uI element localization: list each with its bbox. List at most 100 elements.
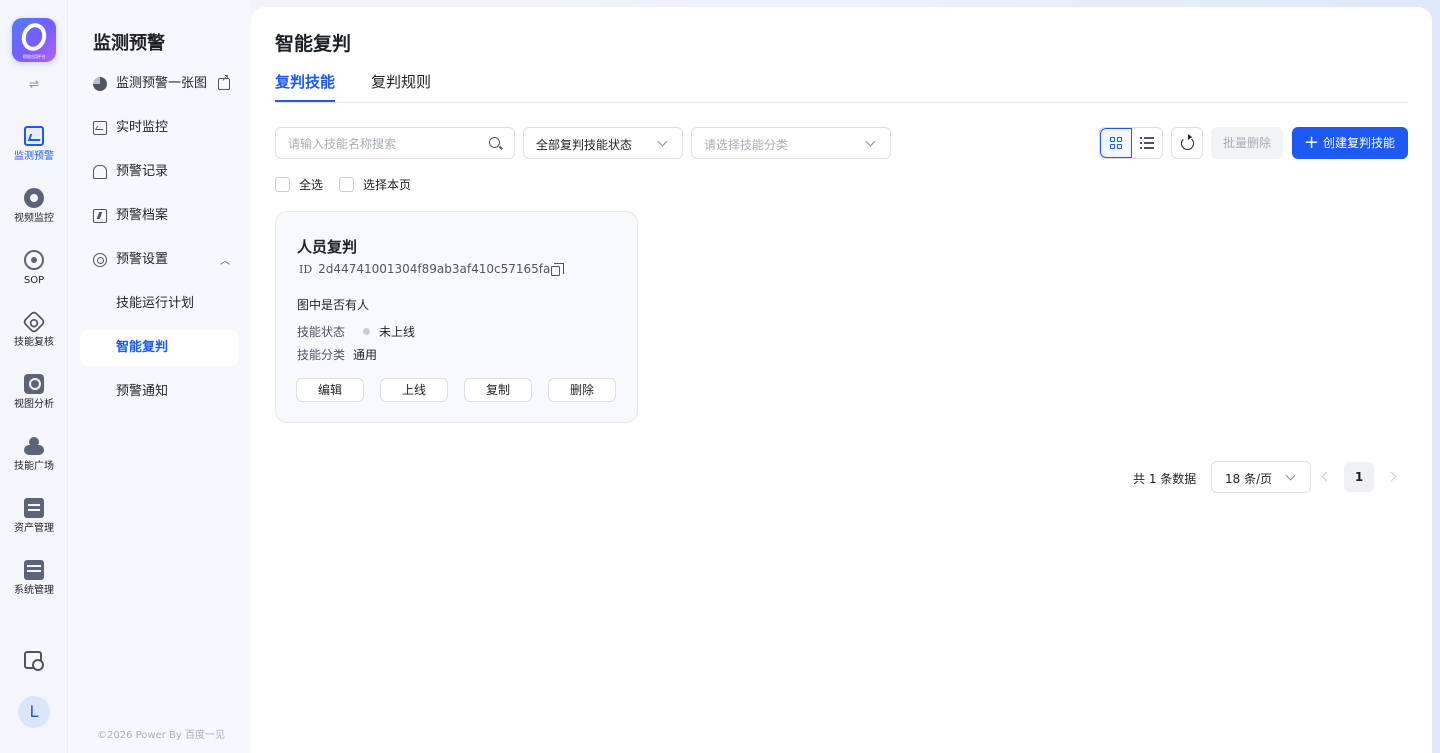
skill-plaza-icon	[24, 436, 44, 456]
sidebar-item-overview-map[interactable]: 监测预警一张图	[80, 66, 239, 102]
external-link-icon	[218, 73, 230, 90]
page-size-value: 18 条/页	[1225, 472, 1273, 486]
view-toggle	[1099, 127, 1163, 159]
select-page-checkbox[interactable]	[339, 177, 354, 192]
next-page-icon[interactable]	[1385, 471, 1397, 483]
search-icon[interactable]	[489, 137, 500, 148]
grid-view-button[interactable]	[1100, 128, 1132, 158]
archive-icon	[93, 209, 107, 223]
chevron-up-icon: ︿	[220, 256, 230, 267]
skill-review-icon	[21, 309, 47, 335]
sidebar-item-label: 智能复判	[116, 340, 169, 355]
page-size-select[interactable]: 18 条/页	[1211, 461, 1311, 493]
rail-item-label: 视图分析	[14, 399, 54, 410]
category-value: 通用	[353, 348, 378, 362]
logo-caption: 视觉应用平台	[22, 54, 46, 59]
asset-icon	[24, 498, 44, 518]
system-icon	[24, 560, 44, 580]
rail-item-skill-review[interactable]: 技能复核	[0, 309, 68, 362]
create-button-label: 创建复判技能	[1323, 136, 1396, 150]
copy-icon[interactable]	[551, 263, 564, 276]
select-all-row: 全选	[275, 177, 335, 193]
tab-bar: 复判技能 复判规则	[275, 71, 1408, 103]
sidebar-item-alert-archive[interactable]: 预警档案	[80, 198, 239, 234]
rail-item-label: 技能广场	[14, 461, 54, 472]
tab-review-skills[interactable]: 复判技能	[275, 71, 336, 102]
refresh-icon	[1181, 134, 1194, 150]
chevron-down-icon	[865, 136, 876, 147]
page-number[interactable]: 1	[1344, 462, 1374, 492]
rail-item-view-analysis[interactable]: 视图分析	[0, 374, 68, 424]
sidebar-item-label: 预警记录	[116, 164, 169, 179]
rail-item-system-management[interactable]: 系统管理	[0, 560, 68, 610]
rail-item-monitor-alert[interactable]: 监测预警	[0, 126, 68, 176]
copy-button[interactable]: 复制	[464, 378, 532, 402]
rail-item-label: 视频监控	[14, 213, 54, 224]
category-select[interactable]: 请选择技能分类	[691, 127, 891, 159]
create-review-skill-button[interactable]: + 创建复判技能	[1292, 127, 1408, 159]
sidebar-item-label: 预警通知	[116, 384, 169, 399]
sidebar-item-label: 监测预警一张图	[116, 76, 208, 91]
rail-item-asset-management[interactable]: 资产管理	[0, 498, 68, 548]
prev-page-icon[interactable]	[1320, 471, 1332, 483]
avatar[interactable]: L	[18, 696, 50, 728]
page-title: 智能复判	[275, 33, 352, 55]
collapse-toggle-icon[interactable]: ⇌	[24, 76, 44, 92]
sidebar-item-label: 实时监控	[116, 120, 169, 135]
category-select-placeholder: 请选择技能分类	[704, 138, 789, 152]
status-select[interactable]: 全部复判技能状态	[523, 127, 683, 159]
task-history-icon[interactable]	[24, 651, 44, 671]
sidebar-item-label: 预警设置	[116, 252, 169, 267]
plus-icon: +	[1304, 132, 1320, 153]
id-label: ID	[299, 263, 313, 276]
chart-icon	[24, 126, 44, 146]
rail-item-video-monitor[interactable]: 视频监控	[0, 188, 68, 238]
view-analysis-icon	[24, 374, 44, 394]
delete-button[interactable]: 删除	[548, 378, 616, 402]
rail-item-skill-plaza[interactable]: 技能广场	[0, 436, 68, 486]
sidebar-item-alert-records[interactable]: 预警记录	[80, 154, 239, 190]
list-view-button[interactable]	[1132, 128, 1162, 158]
sidebar-item-label: 预警档案	[116, 208, 169, 223]
select-page-row: 选择本页	[339, 177, 429, 193]
skill-card[interactable]: 人员复判 ID 2d44741001304f89ab3af410c57165fa …	[275, 211, 638, 423]
status-value: 未上线	[379, 325, 416, 339]
search-field	[275, 127, 515, 159]
chevron-down-icon	[657, 136, 668, 147]
sidebar-item-skill-run-plan[interactable]: 技能运行计划	[80, 286, 239, 322]
logo-ring-icon	[17, 19, 51, 55]
select-page-label: 选择本页	[363, 178, 412, 192]
sidebar-item-alert-notify[interactable]: 预警通知	[80, 374, 239, 410]
refresh-button[interactable]	[1171, 127, 1203, 159]
id-value: 2d44741001304f89ab3af410c57165fa	[318, 262, 551, 276]
rail-item-label: 系统管理	[14, 585, 54, 596]
select-all-label: 全选	[299, 178, 324, 192]
bulk-delete-button[interactable]: 批量删除	[1211, 127, 1283, 159]
rail-item-label: SOP	[23, 275, 45, 286]
grid-icon	[1110, 137, 1122, 149]
tab-review-rules[interactable]: 复判规则	[371, 71, 431, 93]
sidebar-item-alert-settings[interactable]: 预警设置 ︿	[80, 242, 239, 278]
rail-item-sop[interactable]: SOP	[0, 250, 68, 300]
sop-icon	[24, 250, 44, 270]
list-icon	[1140, 137, 1154, 149]
rail-item-label: 监测预警	[14, 151, 54, 162]
app-logo[interactable]: 视觉应用平台	[12, 18, 56, 62]
status-row: 技能状态 未上线	[297, 323, 415, 340]
select-all-checkbox[interactable]	[275, 177, 290, 192]
sidebar-item-realtime-monitor[interactable]: 实时监控	[80, 110, 239, 146]
go-online-button[interactable]: 上线	[380, 378, 448, 402]
pie-icon	[93, 77, 107, 91]
alarm-record-icon	[93, 165, 107, 179]
search-input[interactable]	[288, 135, 478, 153]
monitor-icon	[93, 121, 107, 135]
secondary-sidebar: 监测预警 监测预警一张图 实时监控 预警记录 预警档案 预警设置 ︿ 技能运行计…	[68, 0, 251, 753]
pagination-total: 共 1 条数据	[1133, 472, 1197, 486]
rail-item-label: 资产管理	[14, 523, 54, 534]
camera-icon	[24, 188, 44, 208]
card-id: ID 2d44741001304f89ab3af410c57165fa	[299, 262, 550, 276]
sidebar-item-smart-review[interactable]: 智能复判	[80, 330, 239, 366]
status-select-value: 全部复判技能状态	[536, 138, 633, 152]
edit-button[interactable]: 编辑	[296, 378, 364, 402]
app-rail: 视觉应用平台 ⇌ 监测预警 视频监控 SOP 技能复核 视图分析 技能广场 资产…	[0, 0, 68, 753]
